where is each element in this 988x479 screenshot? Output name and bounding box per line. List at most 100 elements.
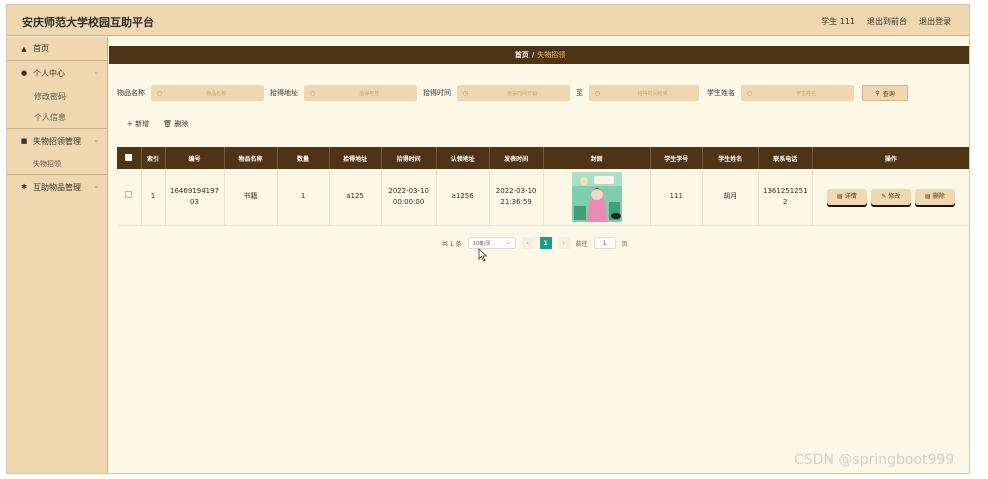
top-links: 学生 111 退出到前台 退出登录 <box>821 16 951 27</box>
column-header: 数量 <box>277 147 330 169</box>
actions-cell: ▤ 详情 ✎ 修改 ▤ 删除 <box>812 169 969 226</box>
sidebar-item-profile-center[interactable]: ● 个人中心 ⌄ <box>7 61 107 85</box>
sidebar-item-personal-info[interactable]: 个人信息 <box>7 107 107 129</box>
claim-address-cell: a1256 <box>436 169 490 226</box>
quantity-cell: 1 <box>277 169 330 226</box>
sidebar-item-home[interactable]: ▲ 首页 <box>7 37 107 61</box>
row-select-cell[interactable] <box>117 169 142 226</box>
add-button[interactable]: + 新增 <box>127 119 149 129</box>
mouse-cursor-icon <box>478 248 488 262</box>
chevron-down-icon: ⌄ <box>506 240 511 246</box>
cover-image[interactable] <box>571 171 622 222</box>
select-all-header[interactable] <box>117 147 142 169</box>
sidebar-item-lost-found[interactable]: 失物招领 <box>7 153 107 175</box>
sidebar-item-label: 个人中心 <box>33 68 65 78</box>
phone-line-1: 1361251251 <box>763 186 808 195</box>
index-cell: 1 <box>141 169 166 226</box>
back-to-front-link[interactable]: 退出到前台 <box>867 16 907 27</box>
breadcrumb-current: 失物招领 <box>537 51 566 59</box>
edit-button-label: 修改 <box>888 193 901 201</box>
current-user-link[interactable]: 学生 111 <box>821 16 855 27</box>
publish-time-cell: 2022-03-10 21:36:59 <box>489 169 544 226</box>
sidebar-item-lost-found-mgmt[interactable]: ■ 失物招领管理 ⌄ <box>7 129 107 153</box>
publish-date: 2022-03-10 <box>495 186 537 195</box>
publish-time: 21:36:59 <box>500 197 532 206</box>
app-title: 安庆师范大学校园互助平台 <box>22 16 154 29</box>
delete-button-label: 删除 <box>932 193 945 201</box>
goto-page-input[interactable]: 1 <box>593 237 616 249</box>
phone-line-2: 2 <box>783 197 788 206</box>
pickup-time-start-input[interactable]: ◷ 拾得时间开始 <box>457 85 570 101</box>
table-row: 1 16469194197 03 书籍 1 a125 2022-03-10 00:0… <box>117 169 969 226</box>
delete-button[interactable]: ▤ 删除 <box>914 188 955 205</box>
range-to-label: 至 <box>576 89 583 97</box>
table-toolbar: + 新增 🗑 删除 <box>127 119 188 129</box>
breadcrumb: 首页 / 失物招领 <box>109 46 969 64</box>
folder-icon: ■ <box>20 137 28 145</box>
add-button-label: 新增 <box>135 120 150 128</box>
student-name-label: 学生姓名 <box>707 89 735 97</box>
sidebar-item-label: 失物招领管理 <box>33 136 81 146</box>
chevron-down-icon: ⌄ <box>93 68 99 76</box>
chevron-right-icon: › <box>562 239 565 247</box>
trash-icon: ▤ <box>925 193 931 201</box>
input-icon: ○ <box>747 89 753 97</box>
next-page-button[interactable]: › <box>557 237 570 249</box>
input-icon: ○ <box>310 89 316 97</box>
chevron-down-icon: ⌄ <box>93 182 99 190</box>
plus-icon: + <box>127 120 136 128</box>
page-size-select[interactable]: 10条/页 ⌄ <box>467 237 516 249</box>
goto-label: 前往 <box>575 240 588 248</box>
pickup-time-label: 拾得时间 <box>423 89 451 97</box>
pickup-address-placeholder: 拾得地址 <box>359 90 380 97</box>
query-button[interactable]: ⚲ 查询 <box>862 85 908 101</box>
pickup-time-cell: 2022-03-10 00:00:00 <box>381 169 437 226</box>
prev-page-button[interactable]: ‹ <box>521 237 534 249</box>
pencil-icon: ✎ <box>881 193 887 201</box>
row-actions: ▤ 详情 ✎ 修改 ▤ 删除 <box>813 188 969 205</box>
top-header: 安庆师范大学校园互助平台 学生 111 退出到前台 退出登录 <box>7 5 969 36</box>
pickup-address-input[interactable]: ○ 拾得地址 <box>304 85 417 101</box>
column-header: 拾得时间 <box>381 147 437 169</box>
select-all-checkbox[interactable] <box>125 153 133 161</box>
sidebar: ▲ 首页 ● 个人中心 ⌄ 修改密码 个人信息 ■ 失物招领管理 ⌄ 失物招领 … <box>7 37 108 473</box>
sidebar-item-label: 互助物品管理 <box>33 182 81 192</box>
detail-button-label: 详情 <box>844 193 857 201</box>
watermark-text: CSDN @springboot999 <box>794 452 955 468</box>
page-unit-label: 页 <box>621 240 628 248</box>
column-header: 发表时间 <box>489 147 544 169</box>
user-icon: ● <box>20 69 28 77</box>
column-header: 操作 <box>812 147 969 169</box>
pickup-time-start-placeholder: 拾得时间开始 <box>507 90 538 97</box>
home-icon: ▲ <box>21 44 27 53</box>
main-content: 首页 / 失物招领 物品名称 ○ 物品名称 拾得地址 ○ 拾得地址 拾得时间 ◷ 拾… <box>109 37 969 473</box>
breadcrumb-home[interactable]: 首页 <box>515 51 529 59</box>
sidebar-item-change-password[interactable]: 修改密码 <box>7 85 107 107</box>
input-icon: ○ <box>157 89 163 97</box>
edit-button[interactable]: ✎ 修改 <box>870 188 911 205</box>
pickup-time: 00:00:00 <box>392 197 425 206</box>
detail-button[interactable]: ▤ 详情 <box>826 188 867 205</box>
page-size-value: 10条/页 <box>472 240 491 247</box>
column-header: 学生学号 <box>650 147 703 169</box>
page-number-current[interactable]: 1 <box>539 237 552 249</box>
logout-link[interactable]: 退出登录 <box>919 16 951 27</box>
search-icon: ⚲ <box>875 89 880 97</box>
pickup-time-end-input[interactable]: ◷ 拾得时间结束 <box>589 85 699 101</box>
detail-icon: ▤ <box>837 193 843 201</box>
student-name-input[interactable]: ○ 学生姓名 <box>741 85 854 101</box>
row-checkbox[interactable] <box>125 191 133 199</box>
column-header: 封面 <box>543 147 651 169</box>
delete-button-label: 删除 <box>174 120 189 128</box>
gear-icon: ✱ <box>21 183 27 191</box>
batch-delete-button[interactable]: 🗑 删除 <box>163 119 188 129</box>
total-count: 共 1 条 <box>442 240 462 248</box>
trash-icon: 🗑 <box>163 120 175 128</box>
cover-cell <box>543 169 651 226</box>
item-name-input[interactable]: ○ 物品名称 <box>151 85 264 101</box>
sidebar-item-mutual-aid-mgmt[interactable]: ✱ 互助物品管理 ⌄ <box>7 175 107 199</box>
column-header: 学生姓名 <box>702 147 759 169</box>
lost-found-table: 索引 编号 物品名称 数量 拾得地址 拾得时间 认领地址 发表时间 封面 学生学… <box>117 147 969 226</box>
query-button-label: 查询 <box>882 90 895 98</box>
item-name-label: 物品名称 <box>117 89 145 97</box>
